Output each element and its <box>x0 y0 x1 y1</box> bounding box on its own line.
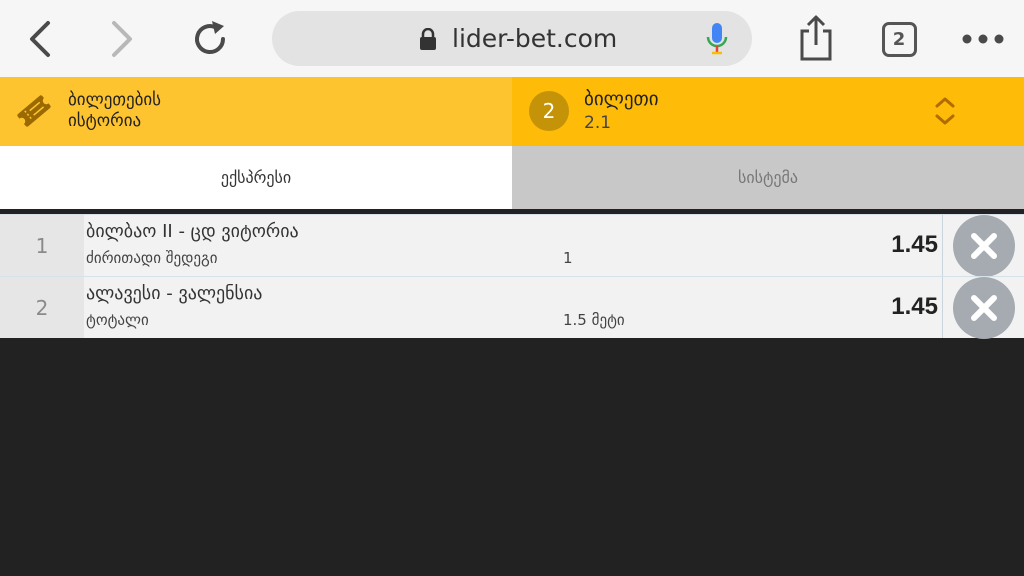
tab-system[interactable]: სისტემა <box>512 146 1024 209</box>
history-label-line1: ბილეთების <box>68 90 162 110</box>
more-button[interactable] <box>958 24 1008 54</box>
remove-bet-button[interactable] <box>953 215 1015 277</box>
url-text: lider-bet.com <box>452 24 618 53</box>
microphone-icon[interactable] <box>704 22 730 56</box>
share-icon <box>800 15 832 61</box>
ticket-title: ბილეთი <box>584 88 659 110</box>
close-icon <box>971 233 997 259</box>
lock-icon <box>420 28 436 50</box>
share-button[interactable] <box>794 12 838 64</box>
bet-pick: 1 <box>563 249 573 267</box>
divider <box>942 215 943 276</box>
divider <box>942 277 943 338</box>
chevron-left-icon <box>30 21 50 57</box>
bet-odds: 1.45 <box>891 231 938 258</box>
match-name: ალავესი - ვალენსია <box>86 283 263 304</box>
close-icon <box>971 295 997 321</box>
bet-row: 2 ალავესი - ვალენსია ტოტალი 1.5 მეტი 1.4… <box>0 276 1024 339</box>
reload-button[interactable] <box>186 14 234 64</box>
tab-count: 2 <box>892 28 906 50</box>
market-name: ტოტალი <box>86 311 149 329</box>
forward-button[interactable] <box>104 16 140 62</box>
ticket-history-button[interactable]: ბილეთების ისტორია <box>0 77 512 146</box>
bet-number: 2 <box>0 277 84 338</box>
ticket-total-odds: 2.1 <box>584 113 612 133</box>
chevron-right-icon <box>112 21 132 57</box>
remove-bet-button[interactable] <box>953 277 1015 339</box>
history-label-line2: ისტორია <box>68 111 142 131</box>
bet-odds: 1.45 <box>891 293 938 320</box>
market-name: ძირითადი შედეგი <box>86 249 218 267</box>
ticket-icon <box>17 95 51 127</box>
bet-list: 1 ბილბაო II - ცდ ვიტორია ძირითადი შედეგი… <box>0 214 1024 339</box>
ticket-summary[interactable]: 2 ბილეთი 2.1 <box>512 77 1024 146</box>
browser-toolbar: lider-bet.com 2 <box>0 0 1024 77</box>
bet-number: 1 <box>0 215 84 276</box>
tabs-button[interactable]: 2 <box>880 20 918 58</box>
match-name: ბილბაო II - ცდ ვიტორია <box>86 221 299 242</box>
back-button[interactable] <box>22 16 58 62</box>
expand-collapse-icon[interactable] <box>932 93 958 129</box>
ticket-count-badge: 2 <box>529 91 569 131</box>
bet-row: 1 ბილბაო II - ცდ ვიტორია ძირითადი შედეგი… <box>0 214 1024 277</box>
bet-pick: 1.5 მეტი <box>563 311 625 329</box>
address-bar[interactable]: lider-bet.com <box>272 11 752 66</box>
tabs-icon: 2 <box>881 21 917 57</box>
more-icon <box>962 34 1004 44</box>
tab-express[interactable]: ექსპრესი <box>0 146 512 209</box>
reload-icon <box>195 21 225 55</box>
